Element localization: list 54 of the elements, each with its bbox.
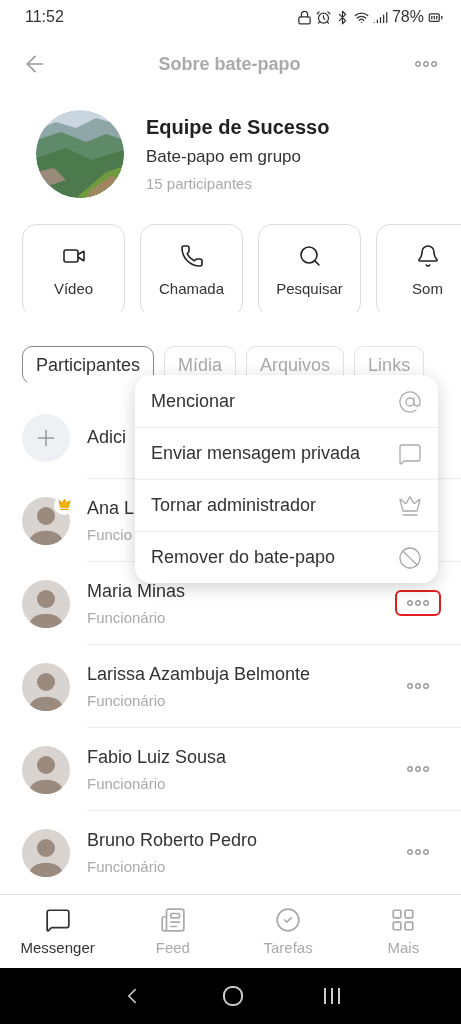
ban-icon bbox=[398, 545, 422, 570]
participant-count: 15 participantes bbox=[146, 174, 253, 192]
action-button[interactable]: Som bbox=[376, 224, 461, 313]
page-title: Sobre bate-papo bbox=[158, 53, 301, 75]
menu-item[interactable]: Enviar mensagem privada bbox=[135, 427, 438, 479]
more-icon bbox=[415, 61, 437, 68]
group-name: Equipe de Sucesso bbox=[146, 115, 330, 139]
grid-icon bbox=[390, 907, 417, 934]
more-icon bbox=[407, 600, 429, 607]
member-role: Funcionário bbox=[87, 691, 166, 709]
member-role: Funcionário bbox=[87, 608, 166, 626]
menu-item[interactable]: Mencionar bbox=[135, 375, 438, 427]
avatar bbox=[22, 828, 70, 877]
member-name: Fabio Luiz Sousa bbox=[87, 746, 227, 768]
member-role: Funcio bbox=[87, 525, 133, 543]
member-role: Funcionário bbox=[87, 857, 166, 875]
group-type: Bate-papo em grupo bbox=[146, 146, 302, 167]
avatar bbox=[22, 662, 70, 711]
newspaper-icon bbox=[159, 907, 186, 934]
chat-bubble-icon bbox=[44, 907, 71, 934]
at-sign-icon bbox=[398, 389, 422, 414]
more-icon bbox=[407, 766, 429, 773]
action-button[interactable]: Chamada bbox=[140, 224, 243, 313]
search-icon bbox=[297, 244, 322, 269]
avatar bbox=[22, 745, 70, 794]
wifi-icon bbox=[353, 9, 369, 25]
more-icon bbox=[407, 683, 429, 690]
phone-icon bbox=[179, 244, 204, 269]
member-name: Larissa Azambuja Belmonte bbox=[87, 663, 311, 685]
menu-item[interactable]: Remover do bate-papo bbox=[135, 531, 438, 583]
signal-icon bbox=[372, 9, 388, 25]
avatar bbox=[22, 579, 70, 628]
member-name: Maria Minas bbox=[87, 580, 186, 602]
chat-bubble-icon bbox=[398, 441, 422, 466]
crown-icon bbox=[398, 493, 422, 518]
lock-icon bbox=[296, 9, 312, 25]
action-button[interactable]: Vídeo bbox=[22, 224, 125, 313]
member-name: Bruno Roberto Pedro bbox=[87, 829, 258, 851]
more-button[interactable] bbox=[395, 590, 441, 617]
member-name: Ana L bbox=[87, 497, 135, 519]
battery-level: 78% bbox=[391, 8, 424, 27]
menu-item[interactable]: Tornar administrador bbox=[135, 479, 438, 531]
home-icon[interactable] bbox=[222, 985, 245, 1008]
member-role: Funcionário bbox=[87, 774, 166, 792]
bell-icon bbox=[415, 244, 440, 269]
check-circle-icon bbox=[275, 907, 302, 934]
more-icon bbox=[407, 849, 429, 856]
action-button[interactable]: Pesquisar bbox=[258, 224, 361, 313]
add-participant-label: Adici bbox=[87, 426, 126, 448]
add-button[interactable] bbox=[22, 413, 70, 462]
tab[interactable]: Participantes bbox=[22, 346, 155, 383]
alarm-icon bbox=[315, 9, 331, 25]
recent-apps-icon[interactable] bbox=[322, 986, 343, 1007]
status-time: 11:52 bbox=[25, 8, 64, 27]
